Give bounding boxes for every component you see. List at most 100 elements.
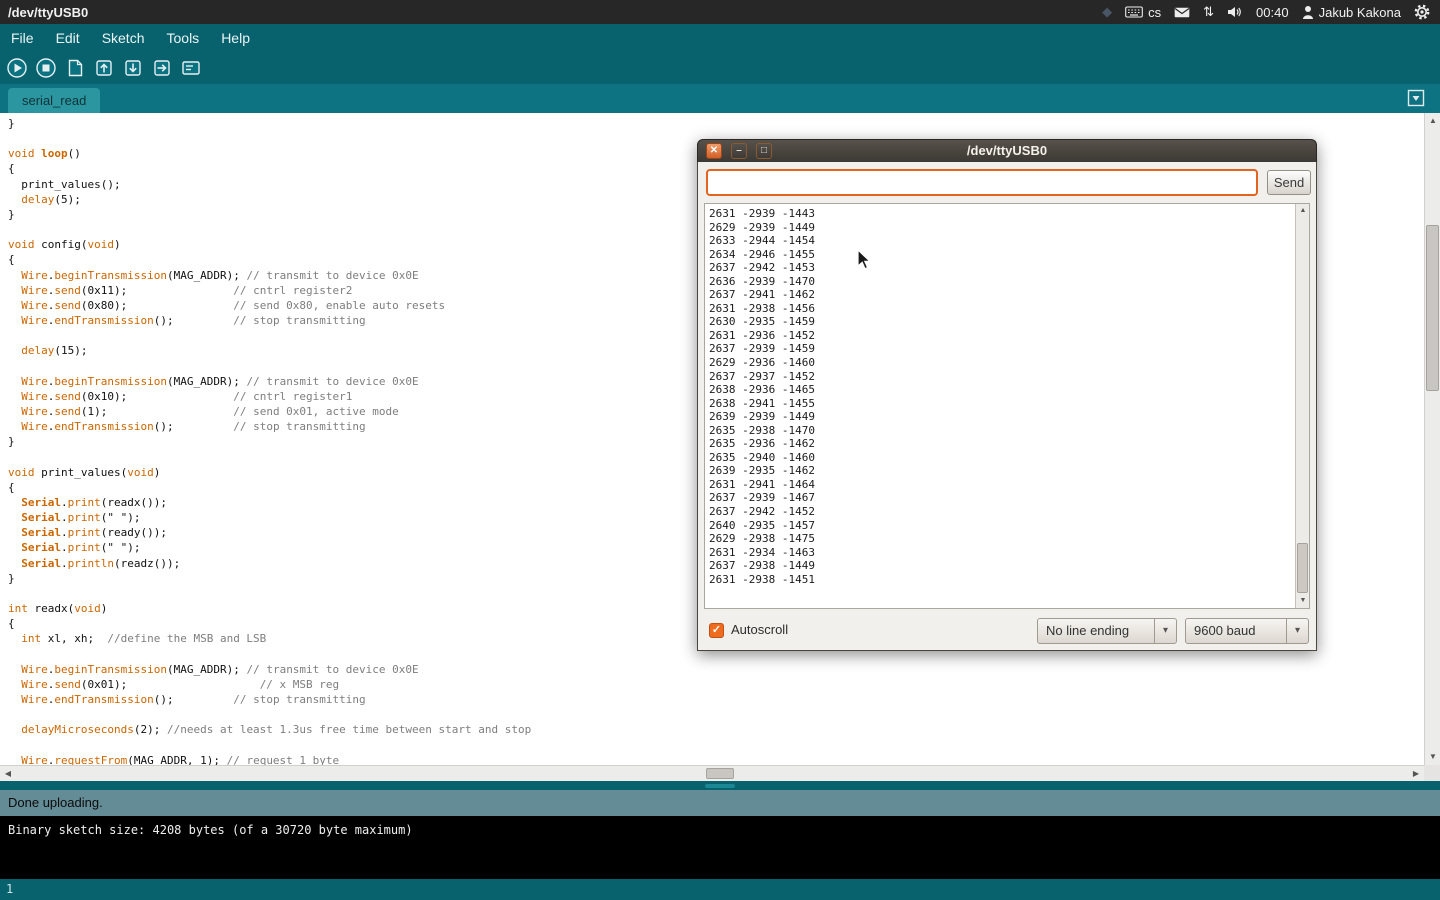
- line-indicator-bar: 1: [0, 879, 1440, 900]
- maximize-icon: □: [761, 145, 767, 156]
- scroll-right-arrow[interactable]: ▶: [1408, 766, 1424, 782]
- menubar: File Edit Sketch Tools Help: [0, 24, 1440, 52]
- serial-scroll-down-arrow[interactable]: ▼: [1296, 594, 1310, 608]
- serial-line: 2629 -2939 -1449: [709, 221, 1293, 235]
- scroll-up-arrow[interactable]: ▲: [1425, 113, 1440, 129]
- divider-grip[interactable]: [705, 784, 735, 788]
- indicator-icon[interactable]: ◆: [1102, 0, 1112, 24]
- menu-help[interactable]: Help: [210, 24, 261, 52]
- serial-line: 2635 -2936 -1462: [709, 437, 1293, 451]
- serial-line: 2637 -2937 -1452: [709, 370, 1293, 384]
- scroll-left-arrow[interactable]: ◀: [0, 766, 16, 782]
- serial-line: 2640 -2935 -1457: [709, 519, 1293, 533]
- scroll-down-arrow[interactable]: ▼: [1425, 749, 1440, 765]
- line-number: 1: [6, 882, 13, 896]
- code-line: Wire.requestFrom(MAG_ADDR, 1); // reques…: [8, 753, 1424, 765]
- tab-menu-button[interactable]: [1406, 88, 1426, 108]
- serial-line: 2635 -2938 -1470: [709, 424, 1293, 438]
- code-line: Wire.send(0x01); // x MSB reg: [8, 677, 1424, 692]
- horizontal-scroll-thumb[interactable]: [706, 768, 734, 779]
- serial-line: 2631 -2939 -1443: [709, 207, 1293, 221]
- screen: /dev/ttyUSB0 ◆ cs ⇅ 00:40 Jakub Kakona: [0, 0, 1440, 900]
- serial-line: 2629 -2936 -1460: [709, 356, 1293, 370]
- new-button[interactable]: [63, 56, 87, 80]
- keyboard-icon: [1125, 6, 1143, 18]
- serial-scrollbar[interactable]: ▲ ▼: [1295, 204, 1309, 608]
- mouse-cursor: [857, 249, 872, 276]
- serial-output: 2631 -2939 -14432629 -2939 -14492633 -29…: [709, 207, 1293, 606]
- verify-button[interactable]: [5, 56, 29, 80]
- serial-line: 2637 -2939 -1459: [709, 342, 1293, 356]
- serial-line: 2631 -2938 -1451: [709, 573, 1293, 587]
- stop-icon: [35, 57, 57, 79]
- scrollbar-corner: [1424, 765, 1440, 781]
- baud-rate-dropdown[interactable]: 9600 baud ▾: [1185, 618, 1309, 644]
- toolbar: [0, 52, 1440, 84]
- vertical-scroll-thumb[interactable]: [1426, 225, 1439, 391]
- volume-indicator[interactable]: [1227, 0, 1243, 24]
- maximize-button[interactable]: □: [756, 143, 772, 159]
- serial-line: 2637 -2942 -1452: [709, 505, 1293, 519]
- serial-scroll-up-arrow[interactable]: ▲: [1296, 204, 1310, 218]
- mail-icon: [1174, 7, 1190, 18]
- menu-edit[interactable]: Edit: [45, 24, 91, 52]
- serial-line: 2633 -2944 -1454: [709, 234, 1293, 248]
- session-menu[interactable]: [1414, 0, 1430, 24]
- serial-window-titlebar[interactable]: /dev/ttyUSB0 ✕ – □: [697, 139, 1317, 162]
- keyboard-layout-label: cs: [1148, 5, 1161, 20]
- serial-line: 2637 -2939 -1467: [709, 491, 1293, 505]
- console-output: Binary sketch size: 4208 bytes (of a 307…: [0, 816, 1440, 879]
- tab-serial-read[interactable]: serial_read: [8, 88, 100, 113]
- close-button[interactable]: ✕: [706, 143, 722, 159]
- save-icon: [122, 57, 144, 79]
- close-icon: ✕: [710, 145, 718, 156]
- serial-send-input[interactable]: [706, 169, 1258, 196]
- editor-horizontal-scrollbar[interactable]: ◀ ▶: [0, 765, 1424, 781]
- serial-line: 2638 -2936 -1465: [709, 383, 1293, 397]
- save-button[interactable]: [121, 56, 145, 80]
- serial-output-area[interactable]: 2631 -2939 -14432629 -2939 -14492633 -29…: [704, 203, 1310, 609]
- status-text: Done uploading.: [8, 795, 103, 810]
- stop-button[interactable]: [34, 56, 58, 80]
- clock[interactable]: 00:40: [1256, 0, 1289, 24]
- top-panel: /dev/ttyUSB0 ◆ cs ⇅ 00:40 Jakub Kakona: [0, 0, 1440, 24]
- serial-scroll-thumb[interactable]: [1297, 543, 1308, 593]
- line-ending-dropdown[interactable]: No line ending ▾: [1037, 618, 1177, 644]
- serial-line: 2631 -2934 -1463: [709, 546, 1293, 560]
- minimize-button[interactable]: –: [731, 143, 747, 159]
- menu-file[interactable]: File: [0, 24, 45, 52]
- serial-line: 2639 -2939 -1449: [709, 410, 1293, 424]
- console-divider[interactable]: [0, 781, 1440, 790]
- window-controls: ✕ – □: [706, 143, 772, 159]
- serial-line: 2629 -2938 -1475: [709, 532, 1293, 546]
- user-menu[interactable]: Jakub Kakona: [1302, 0, 1401, 24]
- chevron-down-icon: ▾: [1286, 619, 1308, 643]
- network-indicator[interactable]: ⇅: [1203, 0, 1214, 24]
- new-sketch-icon: [64, 57, 86, 79]
- keyboard-layout-indicator[interactable]: cs: [1125, 0, 1161, 24]
- system-tray: ◆ cs ⇅ 00:40 Jakub Kakona: [1102, 0, 1430, 24]
- serial-line: 2634 -2946 -1455: [709, 248, 1293, 262]
- upload-icon: [151, 57, 173, 79]
- mail-indicator[interactable]: [1174, 0, 1190, 24]
- send-button[interactable]: Send: [1267, 170, 1311, 195]
- window-title: /dev/ttyUSB0: [8, 5, 88, 20]
- upload-button[interactable]: [150, 56, 174, 80]
- serial-line: 2637 -2941 -1462: [709, 288, 1293, 302]
- serial-monitor-button[interactable]: [179, 56, 203, 80]
- serial-window-body: Send 2631 -2939 -14432629 -2939 -1449263…: [697, 162, 1317, 651]
- user-icon: [1302, 5, 1314, 19]
- verify-icon: [6, 57, 28, 79]
- status-bar: Done uploading.: [0, 790, 1440, 816]
- serial-line: 2637 -2938 -1449: [709, 559, 1293, 573]
- menu-sketch[interactable]: Sketch: [91, 24, 156, 52]
- serial-line: 2637 -2942 -1453: [709, 261, 1293, 275]
- menu-tools[interactable]: Tools: [156, 24, 211, 52]
- code-line: delayMicroseconds(2); //needs at least 1…: [8, 722, 1424, 737]
- autoscroll-checkbox[interactable]: ✓: [709, 623, 724, 638]
- open-button[interactable]: [92, 56, 116, 80]
- serial-monitor-icon: [180, 57, 202, 79]
- autoscroll-label: Autoscroll: [731, 622, 788, 637]
- editor-vertical-scrollbar[interactable]: ▲ ▼: [1424, 113, 1440, 765]
- code-line: }: [8, 116, 1424, 131]
